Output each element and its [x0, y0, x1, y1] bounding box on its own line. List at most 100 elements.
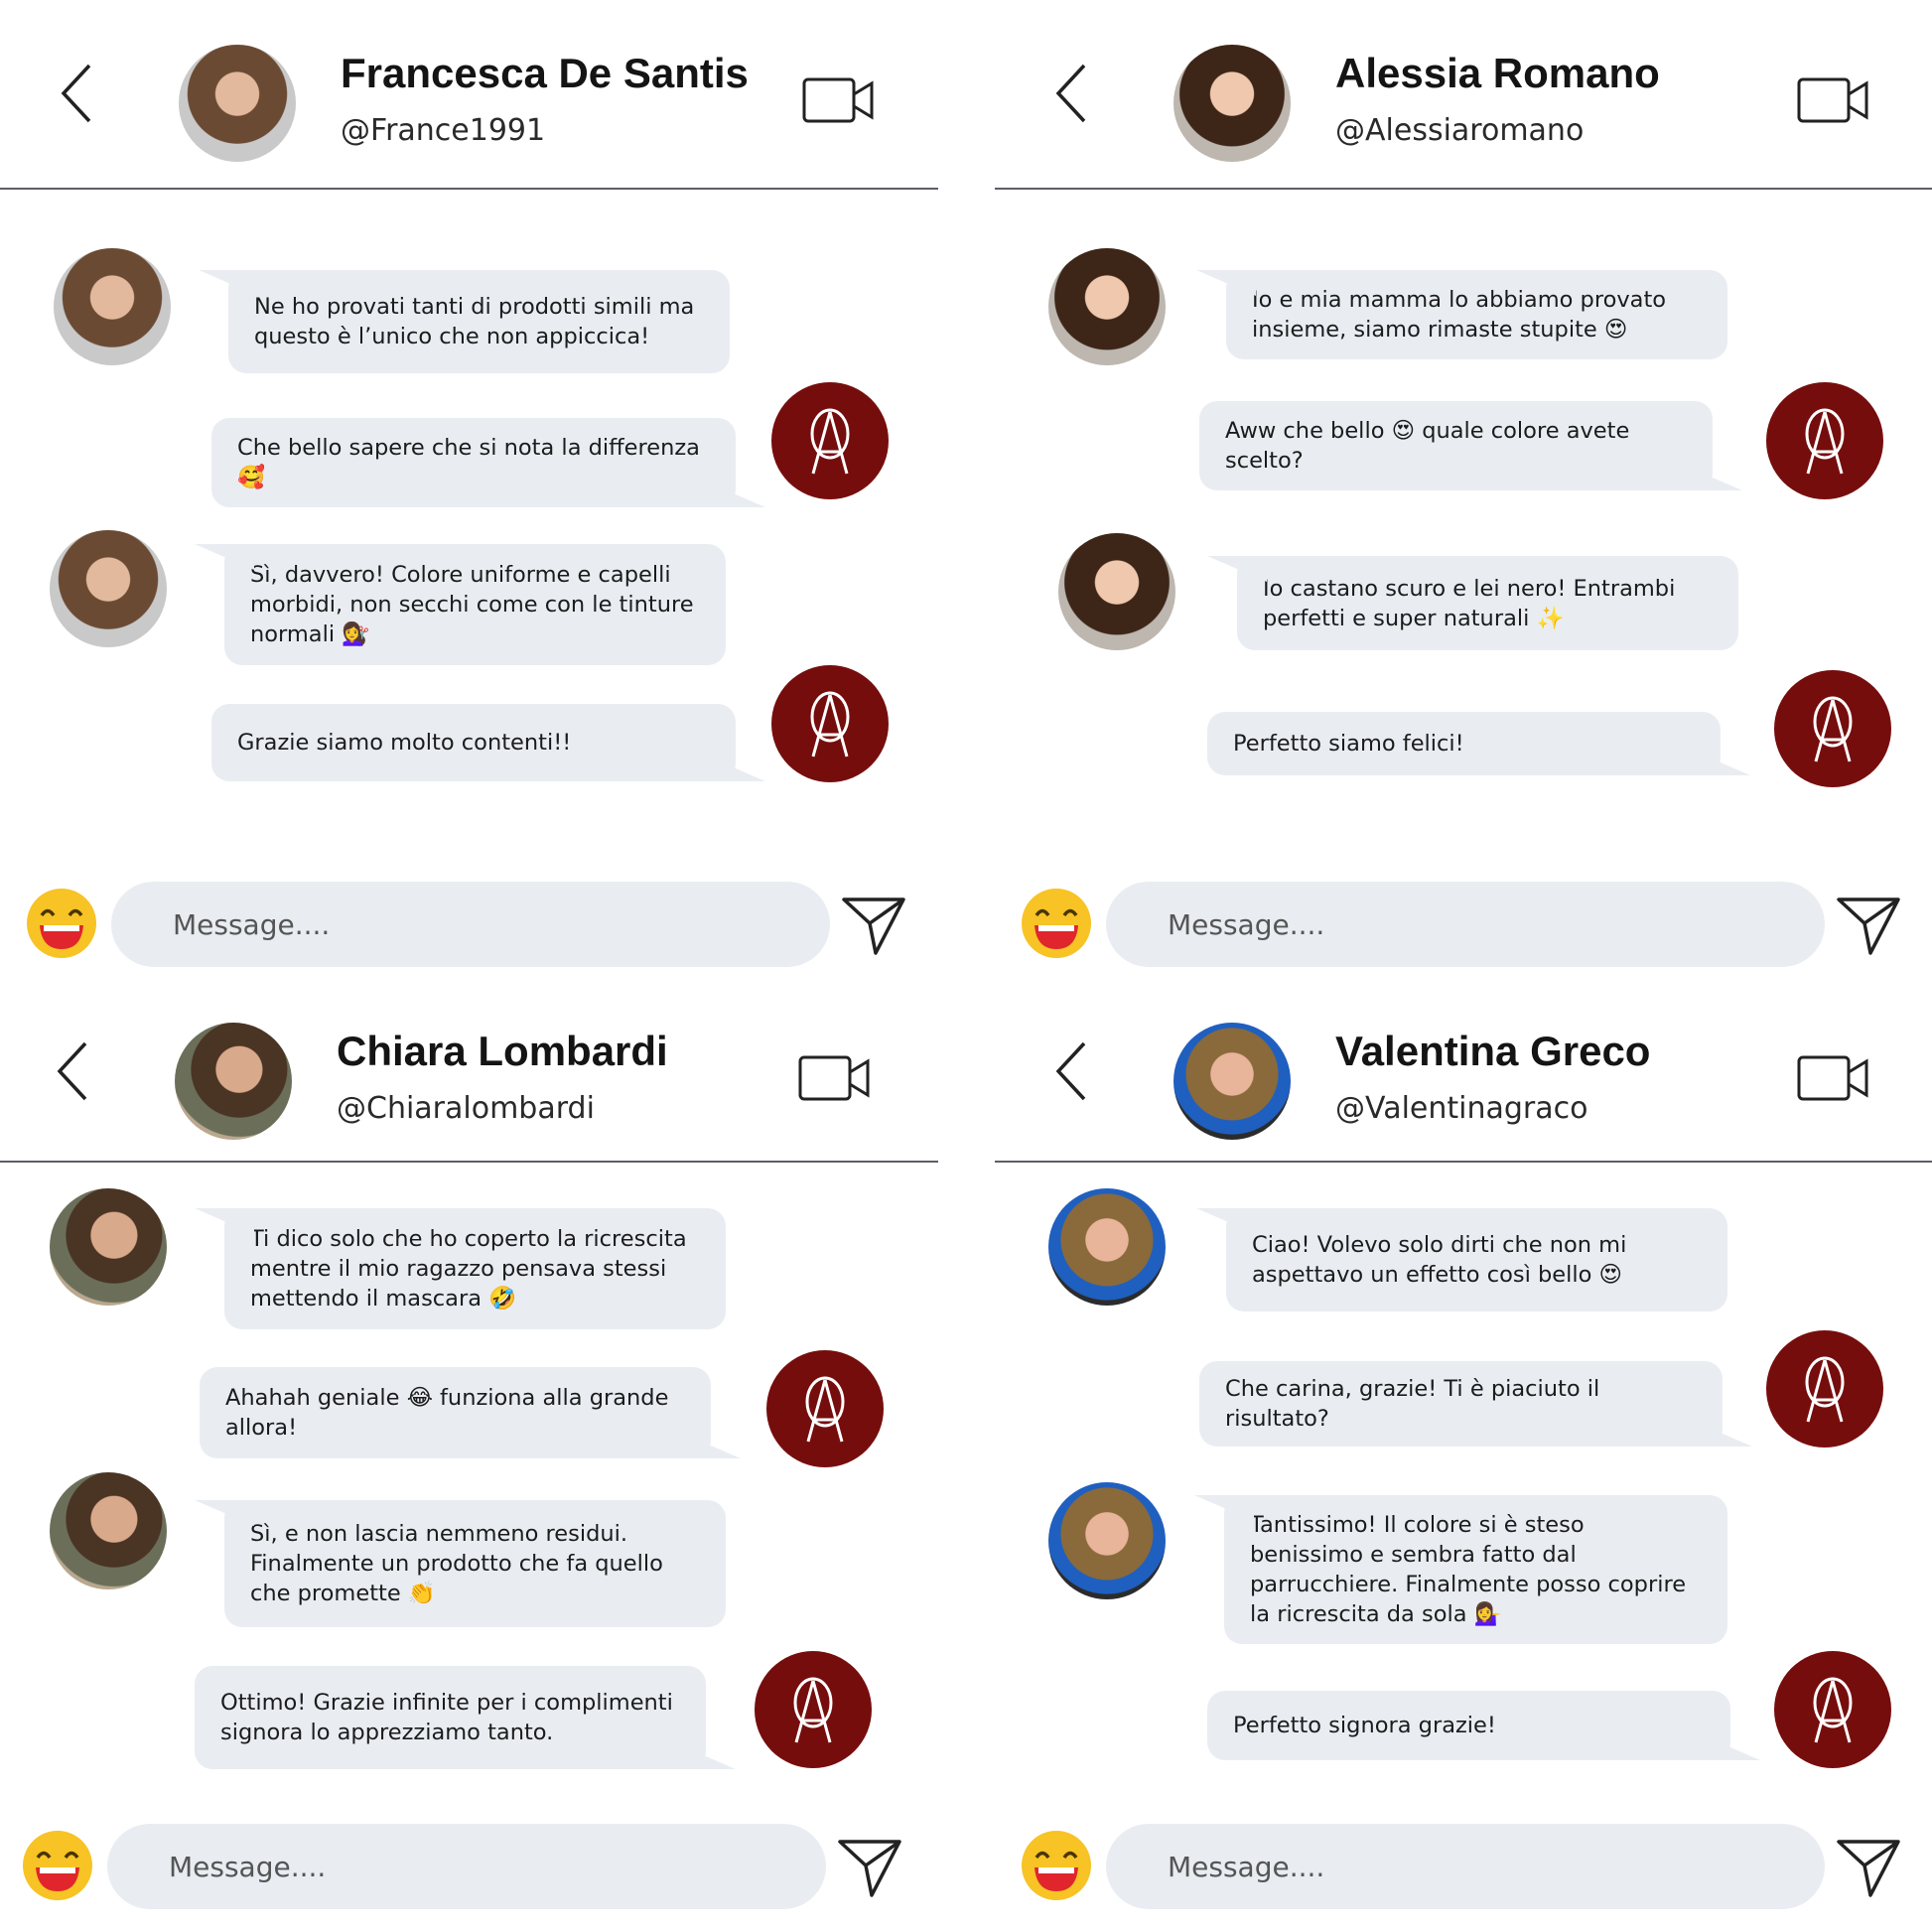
- send-button[interactable]: [836, 1836, 903, 1899]
- brand-logo-icon: [793, 1677, 833, 1743]
- header-divider: [995, 188, 1932, 190]
- contact-avatar[interactable]: [1173, 45, 1291, 162]
- emoji-button[interactable]: [22, 1830, 93, 1901]
- contact-avatar[interactable]: [1173, 1023, 1291, 1140]
- back-button[interactable]: [1050, 62, 1094, 125]
- smiley-emoji-icon: [23, 1831, 92, 1900]
- back-button[interactable]: [52, 1039, 95, 1103]
- brand-logo-icon: [1805, 408, 1845, 475]
- message-bubble-sent: Aww che bello 😍 quale colore avete scelt…: [1199, 401, 1713, 490]
- send-icon: [1837, 1840, 1900, 1897]
- video-call-button[interactable]: [798, 1055, 870, 1101]
- message-input-placeholder: Message....: [1168, 1850, 1325, 1883]
- contact-name: Valentina Greco: [1335, 1028, 1651, 1074]
- contact-avatar-small: [1048, 1482, 1166, 1599]
- chat-panel: Valentina Greco @Valentinagraco Ciao! Vo…: [995, 978, 1932, 1921]
- message-bubble-received: Ciao! Volevo solo dirti che non mi aspet…: [1226, 1208, 1727, 1311]
- message-input[interactable]: Message....: [111, 882, 830, 967]
- brand-logo-icon: [805, 1376, 845, 1443]
- contact-name: Chiara Lombardi: [337, 1028, 668, 1074]
- emoji-button[interactable]: [1021, 1830, 1092, 1901]
- video-call-button[interactable]: [802, 77, 874, 123]
- brand-logo-icon: [810, 408, 850, 475]
- contact-avatar[interactable]: [175, 1023, 292, 1140]
- contact-handle: @France1991: [341, 113, 546, 148]
- message-bubble-received: Ne ho provati tanti di prodotti simili m…: [228, 270, 730, 373]
- emoji-button[interactable]: [26, 888, 97, 959]
- smiley-emoji-icon: [1022, 889, 1091, 958]
- contact-handle: @Chiaralombardi: [337, 1091, 595, 1126]
- contact-avatar-small: [1048, 248, 1166, 365]
- brand-avatar: [1774, 1651, 1891, 1768]
- smiley-emoji-icon: [1022, 1831, 1091, 1900]
- send-button[interactable]: [1835, 1836, 1902, 1899]
- brand-avatar: [771, 665, 889, 782]
- message-input[interactable]: Message....: [1106, 1824, 1825, 1909]
- video-call-button[interactable]: [1797, 1055, 1868, 1101]
- contact-handle: @Valentinagraco: [1335, 1091, 1588, 1126]
- contact-avatar-small: [50, 1472, 167, 1589]
- chevron-left-icon: [1055, 64, 1086, 123]
- contact-avatar-small: [50, 530, 167, 647]
- send-button[interactable]: [840, 894, 907, 957]
- header-divider: [995, 1161, 1932, 1163]
- back-button[interactable]: [1050, 1039, 1094, 1103]
- brand-avatar: [1774, 670, 1891, 787]
- message-input[interactable]: Message....: [1106, 882, 1825, 967]
- contact-avatar-small: [54, 248, 171, 365]
- message-bubble-received: Ti dico solo che ho coperto la ricrescit…: [224, 1208, 726, 1329]
- contact-handle: @Alessiaromano: [1335, 113, 1585, 148]
- message-input-placeholder: Message....: [1168, 907, 1325, 941]
- message-bubble-sent: Perfetto siamo felici!: [1207, 712, 1721, 775]
- contact-avatar-small: [50, 1188, 167, 1306]
- contact-avatar-small: [1058, 533, 1175, 650]
- contact-avatar[interactable]: [179, 45, 296, 162]
- send-icon: [1837, 897, 1900, 955]
- chevron-left-icon: [61, 64, 91, 123]
- video-camera-icon: [1797, 77, 1868, 123]
- message-bubble-sent: Ahahah geniale 😂 funziona alla grande al…: [200, 1367, 711, 1458]
- brand-logo-icon: [1813, 696, 1853, 762]
- message-bubble-sent: Perfetto signora grazie!: [1207, 1691, 1730, 1760]
- send-button[interactable]: [1835, 894, 1902, 957]
- message-bubble-received: Io e mia mamma lo abbiamo provato insiem…: [1226, 270, 1727, 359]
- video-call-button[interactable]: [1797, 77, 1868, 123]
- video-camera-icon: [1797, 1055, 1868, 1101]
- contact-name: Francesca De Santis: [341, 50, 749, 96]
- video-camera-icon: [798, 1055, 870, 1101]
- send-icon: [838, 1840, 901, 1897]
- message-bubble-sent: Grazie siamo molto contenti!!: [211, 704, 736, 781]
- message-bubble-received: Tantissimo! Il colore si è steso benissi…: [1224, 1495, 1727, 1644]
- send-icon: [842, 897, 905, 955]
- header-divider: [0, 1161, 938, 1163]
- video-camera-icon: [802, 77, 874, 123]
- brand-logo-icon: [810, 691, 850, 758]
- back-button[interactable]: [56, 62, 99, 125]
- brand-logo-icon: [1813, 1677, 1853, 1743]
- emoji-button[interactable]: [1021, 888, 1092, 959]
- chat-panel: Chiara Lombardi @Chiaralombardi Ti dico …: [0, 978, 938, 1921]
- chevron-left-icon: [57, 1041, 87, 1101]
- chevron-left-icon: [1055, 1041, 1086, 1101]
- brand-avatar: [1766, 382, 1883, 499]
- contact-avatar-small: [1048, 1188, 1166, 1306]
- message-bubble-received: Sì, davvero! Colore uniforme e capelli m…: [224, 544, 726, 665]
- header-divider: [0, 188, 938, 190]
- message-bubble-sent: Ottimo! Grazie infinite per i compliment…: [195, 1666, 706, 1769]
- brand-avatar: [755, 1651, 872, 1768]
- message-input-placeholder: Message....: [169, 1850, 327, 1883]
- message-input-placeholder: Message....: [173, 907, 331, 941]
- brand-avatar: [766, 1350, 884, 1467]
- chat-panel: Alessia Romano @Alessiaromano Io e mia m…: [995, 0, 1932, 967]
- message-bubble-received: Sì, e non lascia nemmeno residui. Finalm…: [224, 1500, 726, 1627]
- message-bubble-sent: Che carina, grazie! Ti è piaciuto il ris…: [1199, 1361, 1723, 1447]
- message-bubble-sent: Che bello sapere che si nota la differen…: [211, 418, 736, 507]
- chat-panel: Francesca De Santis @France1991 Ne ho pr…: [0, 0, 938, 967]
- brand-avatar: [1766, 1330, 1883, 1448]
- contact-name: Alessia Romano: [1335, 50, 1660, 96]
- brand-avatar: [771, 382, 889, 499]
- smiley-emoji-icon: [27, 889, 96, 958]
- message-input[interactable]: Message....: [107, 1824, 826, 1909]
- message-bubble-received: Io castano scuro e lei nero! Entrambi pe…: [1237, 556, 1738, 650]
- brand-logo-icon: [1805, 1356, 1845, 1423]
